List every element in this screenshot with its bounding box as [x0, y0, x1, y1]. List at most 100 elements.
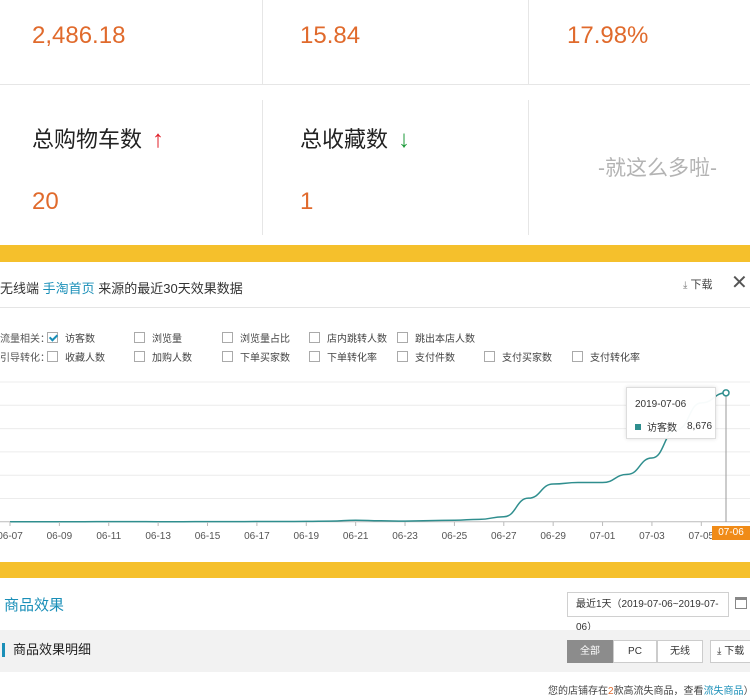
x-tick-label: 06-21	[343, 531, 369, 542]
x-tick-label: 07-03	[639, 531, 665, 542]
option-label: 加购人数	[152, 353, 192, 364]
overlay-border-top	[0, 245, 750, 262]
x-tick-label: 07-01	[590, 531, 616, 542]
option-label: 收藏人数	[65, 353, 105, 364]
arrow-up-icon: ↑	[152, 126, 165, 153]
stat-value-2: 15.84	[300, 22, 361, 49]
divider	[528, 100, 529, 235]
x-tick-label: 06-25	[442, 531, 468, 542]
option-conversion-5[interactable]: 支付买家数	[484, 349, 552, 364]
tooltip-date: 2019-07-06	[635, 399, 687, 410]
x-tick-label: 06-29	[540, 531, 566, 542]
notice-prefix: 您的店铺存在	[548, 686, 608, 697]
checkbox[interactable]	[309, 351, 320, 362]
checkbox[interactable]	[572, 351, 583, 362]
checkbox[interactable]	[222, 332, 233, 343]
title-suffix: 来源的最近30天效果数据	[98, 281, 243, 296]
checkbox[interactable]	[397, 351, 408, 362]
fav-label-text: 总收藏数	[300, 127, 389, 152]
checkbox[interactable]	[309, 332, 320, 343]
checkbox[interactable]	[222, 351, 233, 362]
cart-value: 20	[32, 188, 59, 215]
x-tick-label: 07-05	[689, 531, 715, 542]
x-tick-label: 06-15	[195, 531, 221, 542]
churn-notice: 您的店铺存在2款高流失商品，查看流失商品）	[548, 682, 750, 697]
tab-wireless[interactable]: 无线	[657, 640, 703, 663]
option-conversion-3[interactable]: 下单转化率	[309, 349, 377, 364]
fav-label: 总收藏数 ↓	[300, 122, 410, 154]
arrow-down-icon: ↓	[398, 126, 411, 153]
stats-panel: 2,486.18 15.84 17.98% 总购物车数 ↑ 20 总收藏数 ↓ 1 …	[0, 0, 750, 245]
option-traffic-0[interactable]: 访客数	[47, 330, 95, 345]
x-tick-label: 06-09	[47, 531, 73, 542]
option-label: 下单买家数	[240, 353, 290, 364]
tooltip-series: 访客数	[647, 423, 677, 434]
option-conversion-1[interactable]: 加购人数	[134, 349, 192, 364]
option-traffic-2[interactable]: 浏览量占比	[222, 330, 290, 345]
tooltip-value: 8,676	[687, 421, 713, 432]
notice-suffix: ）	[744, 686, 750, 697]
option-label: 浏览量占比	[240, 334, 290, 345]
checkbox[interactable]	[397, 332, 408, 343]
series-line-visitors	[10, 392, 727, 523]
option-conversion-4[interactable]: 支付件数	[397, 349, 455, 364]
x-tick-label: 06-19	[293, 531, 319, 542]
cart-label-text: 总购物车数	[32, 127, 143, 152]
option-conversion-6[interactable]: 支付转化率	[572, 349, 640, 364]
checkbox[interactable]	[484, 351, 495, 362]
section-title: 商品效果	[4, 597, 65, 614]
download-icon: ⤓	[717, 646, 722, 657]
x-tick-label: 06-13	[145, 531, 171, 542]
end-of-list-text: -就这么多啦-	[598, 157, 717, 180]
stat-value-3: 17.98%	[567, 22, 649, 49]
download-label: 下载	[724, 646, 745, 657]
conversion-row-label: 引导转化：	[0, 353, 50, 364]
option-label: 访客数	[65, 334, 95, 345]
calendar-icon[interactable]	[735, 597, 747, 609]
date-range-picker[interactable]: 最近1天（2019-07-06~2019-07-06）	[567, 592, 729, 633]
option-conversion-0[interactable]: 收藏人数	[47, 349, 105, 364]
tab-all[interactable]: 全部	[567, 640, 613, 663]
checkbox[interactable]	[47, 351, 58, 362]
fav-value: 1	[300, 188, 314, 215]
stat-value-1: 2,486.18	[32, 22, 126, 49]
option-traffic-4[interactable]: 跳出本店人数	[397, 330, 475, 345]
download-button[interactable]: ⤓ 下载	[683, 276, 712, 292]
dialog-title: 无线端 手淘首页 来源的最近30天效果数据	[0, 278, 243, 297]
option-traffic-3[interactable]: 店内跳转人数	[309, 330, 387, 345]
option-label: 跳出本店人数	[415, 334, 475, 345]
source-link[interactable]: 手淘首页	[43, 281, 95, 296]
option-traffic-1[interactable]: 浏览量	[134, 330, 182, 345]
checkbox[interactable]	[134, 332, 145, 343]
option-label: 支付件数	[415, 353, 455, 364]
traffic-row-label: 流量相关：	[0, 334, 50, 345]
divider	[262, 100, 263, 235]
overlay-border-bottom	[0, 562, 750, 578]
option-label: 支付转化率	[590, 353, 640, 364]
x-tick-label: 06-23	[392, 531, 418, 542]
divider	[528, 0, 529, 84]
checkbox[interactable]	[134, 351, 145, 362]
option-label: 浏览量	[152, 334, 182, 345]
close-icon[interactable]: ✕	[731, 270, 748, 295]
divider	[0, 84, 750, 85]
x-tick-label: 06-07	[0, 531, 23, 542]
x-tick-label: 06-27	[491, 531, 517, 542]
divider	[0, 307, 750, 308]
option-conversion-2[interactable]: 下单买家数	[222, 349, 290, 364]
tab-pc[interactable]: PC	[613, 640, 657, 663]
x-tick-highlight: 07-06	[712, 526, 750, 540]
series-swatch	[635, 423, 641, 430]
sub-section-title: 商品效果明细	[2, 643, 91, 657]
option-label: 下单转化率	[327, 353, 377, 364]
hover-point[interactable]	[722, 389, 730, 397]
download-icon: ⤓	[683, 280, 688, 291]
detail-download-button[interactable]: ⤓ 下载	[710, 640, 750, 663]
download-label: 下载	[690, 279, 713, 291]
x-tick-label: 06-11	[96, 531, 121, 542]
churn-products-link[interactable]: 流失商品	[704, 686, 744, 697]
divider	[262, 0, 263, 84]
x-tick-label: 06-17	[244, 531, 270, 542]
checkbox-checked[interactable]	[47, 332, 58, 343]
title-prefix: 无线端	[0, 281, 40, 296]
